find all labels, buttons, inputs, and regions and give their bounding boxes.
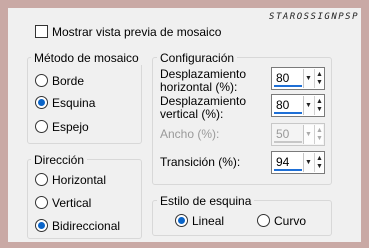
width-value: 50 <box>276 127 290 141</box>
chevron-down-icon[interactable]: ▼ <box>305 102 312 109</box>
transition-spinner[interactable]: 94 ▼ ▲ ▼ <box>271 151 325 174</box>
arrow-down-icon: ▼ <box>316 135 323 142</box>
radio-espejo-label[interactable]: Espejo <box>52 120 89 134</box>
radio-borde-label[interactable]: Borde <box>52 74 84 88</box>
chevron-down-icon[interactable]: ▼ <box>305 75 312 82</box>
preview-label[interactable]: Mostrar vista previa de mosaico <box>52 25 221 39</box>
radio-curvo[interactable] <box>257 214 270 227</box>
chevron-down-icon: ▼ <box>305 131 312 138</box>
arrow-up-icon: ▲ <box>316 127 323 134</box>
radio-horizontal[interactable] <box>35 173 48 186</box>
v-offset-label-1: Desplazamiento <box>160 94 247 108</box>
preview-checkbox[interactable] <box>35 25 48 38</box>
arrow-up-icon[interactable]: ▲ <box>316 98 323 105</box>
radio-vertical-label[interactable]: Vertical <box>52 196 91 210</box>
arrow-down-icon[interactable]: ▼ <box>316 106 323 113</box>
width-spinner: 50 ▼ ▲ ▼ <box>271 123 325 146</box>
radio-esquina-label[interactable]: Esquina <box>52 96 95 110</box>
radio-horizontal-label[interactable]: Horizontal <box>52 173 106 187</box>
width-slider-bar <box>274 141 302 143</box>
direction-title: Dirección <box>31 153 88 167</box>
radio-curvo-label[interactable]: Curvo <box>274 214 306 228</box>
v-offset-value[interactable]: 80 <box>276 99 289 112</box>
v-offset-slider-bar[interactable] <box>274 112 302 114</box>
radio-bidireccional[interactable] <box>35 219 48 232</box>
arrow-down-icon[interactable]: ▼ <box>316 79 323 86</box>
v-offset-spinner[interactable]: 80 ▼ ▲ ▼ <box>271 94 325 117</box>
arrow-up-icon[interactable]: ▲ <box>316 71 323 78</box>
v-offset-label-2: vertical (%): <box>160 107 224 121</box>
arrow-up-icon[interactable]: ▲ <box>316 155 323 162</box>
radio-lineal-label[interactable]: Lineal <box>192 214 224 228</box>
watermark-logo: STAROSSIGNPSP <box>269 12 359 22</box>
radio-lineal[interactable] <box>175 214 188 227</box>
radio-vertical[interactable] <box>35 196 48 209</box>
transition-slider-bar[interactable] <box>274 169 302 171</box>
chevron-down-icon[interactable]: ▼ <box>305 159 312 166</box>
transition-label: Transición (%): <box>160 155 241 169</box>
radio-borde[interactable] <box>35 74 48 87</box>
h-offset-label-2: horizontal (%): <box>160 80 238 94</box>
config-title: Configuración <box>157 51 238 65</box>
radio-esquina[interactable] <box>35 96 48 109</box>
h-offset-spinner[interactable]: 80 ▼ ▲ ▼ <box>271 67 325 90</box>
h-offset-slider-bar[interactable] <box>274 85 302 87</box>
corner-style-title: Estilo de esquina <box>157 194 255 208</box>
width-label: Ancho (%): <box>160 127 220 141</box>
arrow-down-icon[interactable]: ▼ <box>316 163 323 170</box>
radio-espejo[interactable] <box>35 120 48 133</box>
h-offset-label-1: Desplazamiento <box>160 67 247 81</box>
transition-value[interactable]: 94 <box>276 156 289 169</box>
h-offset-value[interactable]: 80 <box>276 72 289 85</box>
radio-bidireccional-label[interactable]: Bidireccional <box>52 219 120 233</box>
tile-method-title: Método de mosaico <box>31 51 142 65</box>
